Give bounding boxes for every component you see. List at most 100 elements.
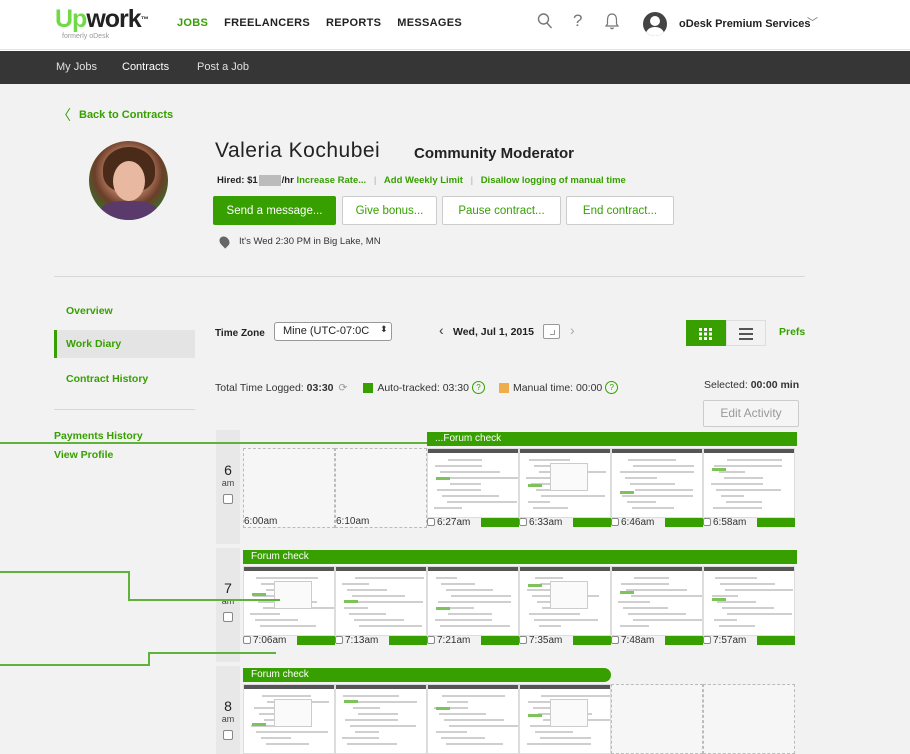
help-icon[interactable]: ? (471, 381, 485, 394)
screenshot-slot[interactable] (427, 684, 519, 754)
screenshot-slot[interactable] (335, 684, 427, 754)
nav-jobs[interactable]: JOBS (177, 17, 208, 29)
sub-nav: My Jobs Contracts Post a Job (0, 51, 910, 84)
slot-checkbox[interactable] (427, 636, 435, 644)
previous-day-icon[interactable]: ‹ (439, 322, 444, 338)
screenshot-slot[interactable] (703, 684, 795, 754)
slot-time: 7:48am (621, 634, 655, 646)
refresh-icon[interactable]: ⟳ (339, 382, 348, 394)
screenshot-thumbnail[interactable] (243, 684, 335, 754)
slot-checkbox[interactable] (243, 636, 251, 644)
memo-segment-7[interactable]: Forum check (243, 550, 797, 564)
screenshot-slot[interactable]: 7:13am (335, 566, 427, 646)
chevron-down-icon[interactable]: ﹀ (807, 14, 818, 30)
next-day-icon[interactable]: › (570, 322, 575, 338)
screenshot-slot[interactable]: 7:48am (611, 566, 703, 646)
screenshot-slot[interactable] (243, 684, 335, 754)
end-contract-button[interactable]: End contract... (566, 196, 674, 225)
hour-checkbox[interactable] (223, 612, 233, 622)
screenshot-slot[interactable]: 6:46am (611, 448, 703, 528)
account-name[interactable]: oDesk Premium Services (679, 18, 810, 30)
slot-caption: 6:46am (611, 516, 703, 528)
upwork-logo[interactable]: Upwork™ (55, 7, 149, 32)
pause-contract-button[interactable]: Pause contract... (442, 196, 561, 225)
increase-rate-link[interactable]: Increase Rate... (296, 175, 366, 186)
slot-checkbox[interactable] (519, 518, 527, 526)
screenshot-slot[interactable]: 6:10am (335, 448, 427, 528)
timezone-label: Time Zone (215, 328, 265, 339)
sidebar-item-payments-history[interactable]: Payments History (54, 430, 143, 442)
sidebar-item-overview[interactable]: Overview (66, 305, 113, 317)
screenshot-slot[interactable] (519, 684, 611, 754)
screenshot-thumbnail[interactable] (703, 566, 795, 636)
nav-reports[interactable]: REPORTS (326, 17, 381, 29)
help-icon[interactable]: ? (605, 381, 619, 394)
screenshot-thumbnail[interactable] (611, 448, 703, 518)
screenshot-slot[interactable]: 6:33am (519, 448, 611, 528)
prefs-link[interactable]: Prefs (779, 326, 805, 338)
edit-activity-button[interactable]: Edit Activity (703, 400, 799, 427)
screenshot-slot[interactable]: 6:27am (427, 448, 519, 528)
help-icon[interactable]: ? (573, 11, 582, 31)
screenshot-thumbnail[interactable] (519, 566, 611, 636)
screenshot-slot[interactable]: 7:57am (703, 566, 795, 646)
list-view-button[interactable] (726, 320, 766, 346)
select-arrows-icon: ⬍ (380, 324, 388, 334)
memo-segment-6[interactable]: ...Forum check (427, 432, 797, 446)
slot-checkbox[interactable] (611, 636, 619, 644)
nav-messages[interactable]: MESSAGES (397, 17, 462, 29)
screenshot-thumbnail[interactable] (427, 566, 519, 636)
sidebar-divider (54, 409, 195, 410)
slot-checkbox[interactable] (335, 636, 343, 644)
screenshot-thumbnail[interactable] (243, 566, 335, 636)
slot-checkbox[interactable] (703, 636, 711, 644)
screenshot-slot[interactable]: 7:35am (519, 566, 611, 646)
slot-checkbox[interactable] (427, 518, 435, 526)
screenshot-thumbnail[interactable] (335, 684, 427, 754)
screenshot-slot[interactable]: 7:06am (243, 566, 335, 646)
subnav-contracts[interactable]: Contracts (122, 61, 169, 73)
guide-line (128, 599, 280, 601)
slot-checkbox[interactable] (611, 518, 619, 526)
hour-checkbox[interactable] (223, 730, 233, 740)
screenshot-slot[interactable]: 7:21am (427, 566, 519, 646)
send-message-button[interactable]: Send a message... (213, 196, 336, 225)
screenshot-thumbnail[interactable] (703, 448, 795, 518)
manual-time-label: Manual time: 00:00 (512, 381, 603, 394)
slot-checkbox[interactable] (703, 518, 711, 526)
back-to-contracts-link[interactable]: 〈 Back to Contracts (57, 105, 173, 125)
slot-checkbox[interactable] (519, 636, 527, 644)
hour-checkbox[interactable] (223, 494, 233, 504)
memo-segment-8[interactable]: Forum check (243, 668, 611, 682)
nav-freelancers[interactable]: FREELANCERS (224, 17, 310, 29)
screenshot-thumbnail[interactable] (335, 566, 427, 636)
screenshot-slot[interactable] (611, 684, 703, 754)
grid-view-button[interactable] (686, 320, 726, 346)
screenshot-thumbnail[interactable] (427, 684, 519, 754)
screenshot-thumbnail[interactable] (519, 684, 611, 754)
bell-icon[interactable] (604, 12, 620, 36)
slot-caption: 6:58am (703, 516, 795, 528)
subnav-post-job[interactable]: Post a Job (197, 61, 249, 73)
sidebar-item-work-diary[interactable]: Work Diary (54, 330, 195, 358)
add-weekly-limit-link[interactable]: Add Weekly Limit (384, 175, 463, 186)
subnav-my-jobs[interactable]: My Jobs (56, 61, 97, 73)
screenshot-slot[interactable]: 6:58am (703, 448, 795, 528)
avatar-icon[interactable] (643, 12, 667, 36)
slot-caption: 7:35am (519, 634, 611, 646)
separator: | (470, 175, 474, 187)
search-icon[interactable] (537, 12, 553, 36)
sidebar-item-contract-history[interactable]: Contract History (66, 373, 148, 385)
sidebar-item-view-profile[interactable]: View Profile (54, 449, 113, 461)
slot-caption: 6:33am (519, 516, 611, 528)
guide-line (148, 652, 150, 666)
screenshot-thumbnail[interactable] (427, 448, 519, 518)
give-bonus-button[interactable]: Give bonus... (342, 196, 437, 225)
screenshot-thumbnail[interactable] (519, 448, 611, 518)
activity-bar (757, 518, 795, 527)
screenshot-slot[interactable]: 6:00am (243, 448, 335, 528)
timezone-select[interactable]: Mine (UTC-07:0C (274, 322, 392, 341)
disallow-manual-time-link[interactable]: Disallow logging of manual time (481, 175, 626, 186)
calendar-icon[interactable] (543, 324, 560, 339)
screenshot-thumbnail[interactable] (611, 566, 703, 636)
